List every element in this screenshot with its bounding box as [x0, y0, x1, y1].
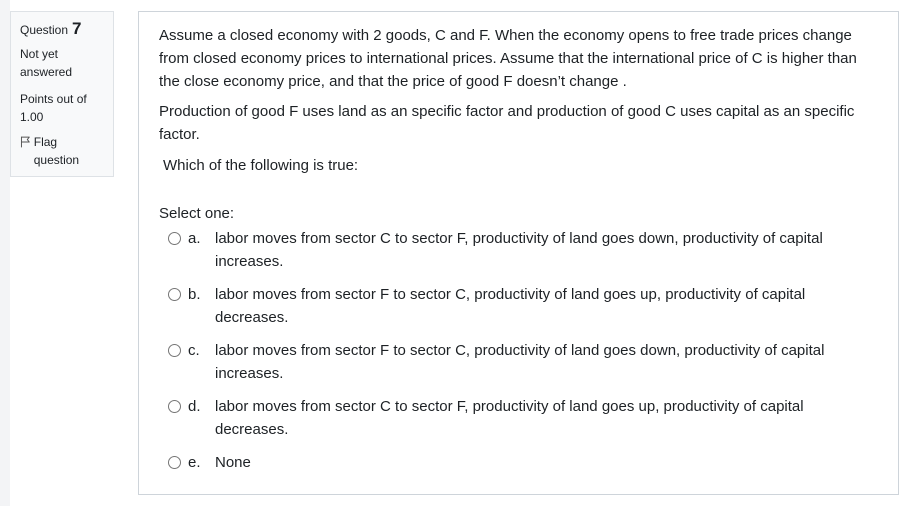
answer-option-b[interactable]: b. labor moves from sector F to sector C… — [159, 283, 878, 329]
question-info-panel: Question 7 Not yet answered Points out o… — [10, 11, 114, 177]
option-letter: b. — [188, 286, 201, 303]
option-text[interactable]: labor moves from sector F to sector C, p… — [215, 339, 878, 385]
question-grade: Points out of 1.00 — [20, 92, 87, 124]
question-paragraph: Which of the following is true: — [163, 157, 359, 174]
option-letter: d. — [188, 398, 201, 415]
option-letter: a. — [188, 230, 201, 247]
question-state: Not yet answered — [20, 47, 73, 79]
question-paragraph: Assume a closed economy with 2 goods, C … — [159, 27, 857, 90]
select-one-prompt: Select one: — [159, 205, 235, 222]
answer-options: a. labor moves from sector C to sector F… — [159, 227, 878, 474]
flag-question-button[interactable]: Flag question — [20, 133, 104, 169]
question-label: Question — [20, 23, 69, 37]
question-number-line: Question 7 — [20, 20, 104, 39]
radio-button[interactable] — [168, 344, 181, 357]
flag-icon — [20, 136, 30, 148]
question-paragraph: Production of good F uses land as an spe… — [159, 103, 855, 143]
question-number: 7 — [72, 19, 82, 38]
option-letter: c. — [188, 342, 200, 359]
option-text[interactable]: None — [215, 451, 878, 474]
answer-option-a[interactable]: a. labor moves from sector C to sector F… — [159, 227, 878, 273]
option-text[interactable]: labor moves from sector C to sector F, p… — [215, 227, 878, 273]
option-text[interactable]: labor moves from sector F to sector C, p… — [215, 283, 878, 329]
option-text[interactable]: labor moves from sector C to sector F, p… — [215, 395, 878, 441]
radio-button[interactable] — [168, 400, 181, 413]
answer-option-e[interactable]: e. None — [159, 451, 878, 474]
left-gutter — [0, 0, 10, 506]
radio-button[interactable] — [168, 288, 181, 301]
question-content: Assume a closed economy with 2 goods, C … — [138, 11, 899, 495]
answer-option-d[interactable]: d. labor moves from sector C to sector F… — [159, 395, 878, 441]
radio-button[interactable] — [168, 232, 181, 245]
answer-option-c[interactable]: c. labor moves from sector F to sector C… — [159, 339, 878, 385]
flag-question-label: Flag question — [33, 135, 80, 167]
option-letter: e. — [188, 454, 201, 471]
radio-button[interactable] — [168, 456, 181, 469]
question-text: Assume a closed economy with 2 goods, C … — [159, 24, 878, 177]
